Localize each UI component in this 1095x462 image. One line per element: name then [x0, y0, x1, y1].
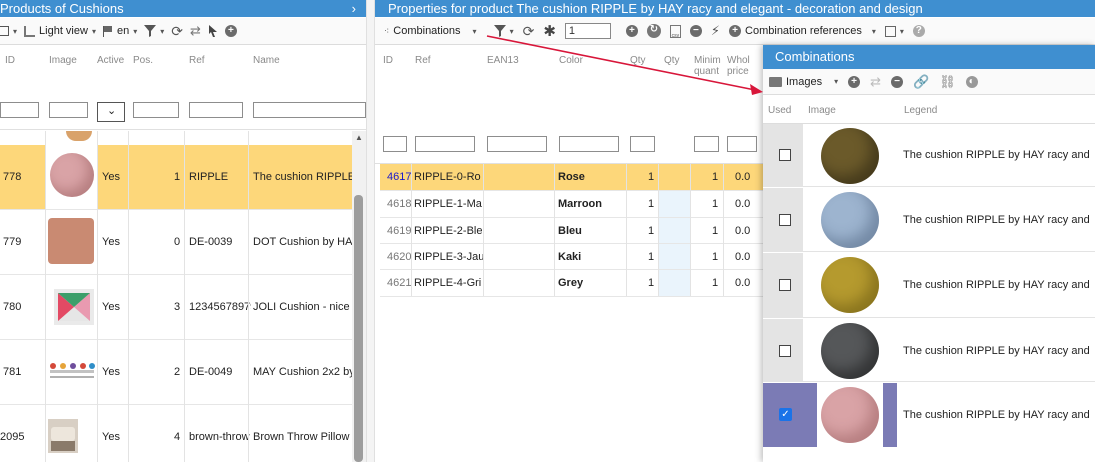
annotation-arrow	[486, 35, 763, 95]
